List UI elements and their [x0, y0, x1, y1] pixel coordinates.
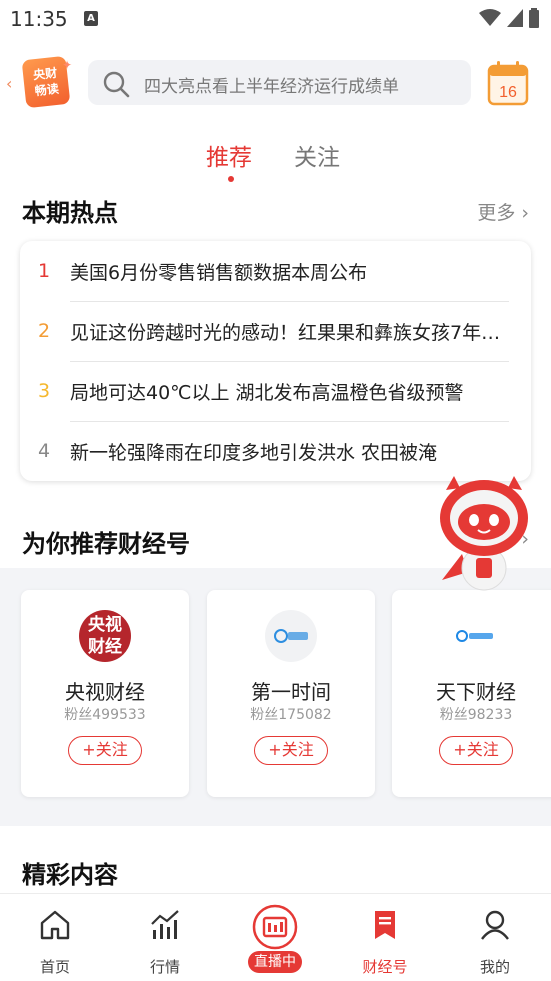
hot-rank: 3	[38, 380, 51, 402]
hot-title: 局地可达40℃以上 湖北发布高温橙色省级预警	[70, 382, 464, 404]
search-bar[interactable]: 四大亮点看上半年经济运行成绩单	[88, 60, 471, 105]
hot-item[interactable]: 1 美国6月份零售销售额数据本周公布	[20, 242, 531, 302]
hot-section-title: 本期热点	[22, 199, 118, 227]
account-fans: 粉丝499533	[64, 707, 146, 723]
more-label: 更多	[477, 202, 516, 224]
account-name: 天下财经	[436, 680, 516, 704]
status-time: 11:35	[10, 7, 68, 31]
profile-icon	[481, 910, 509, 940]
nav-label: 财经号	[362, 958, 408, 976]
nav-market[interactable]: 行情	[120, 894, 210, 981]
follow-button[interactable]: +关注	[439, 736, 513, 765]
signal-icon	[507, 9, 523, 27]
top-header: ‹ 央财 畅读 ✦ 四大亮点看上半年经济运行成绩单 16	[0, 52, 551, 114]
nav-finance-account[interactable]: 财经号	[340, 894, 430, 981]
active-tab-indicator	[228, 176, 234, 182]
live-tv-icon	[252, 904, 298, 950]
chevron-right-icon: ›	[521, 202, 529, 224]
cctv-finance-avatar: 央视 财经	[79, 610, 131, 662]
chart-icon	[151, 910, 179, 939]
hot-title: 美国6月份零售销售额数据本周公布	[70, 262, 368, 284]
feed-tabs: 推荐 关注	[0, 138, 551, 184]
tab-recommend[interactable]: 推荐	[206, 138, 252, 172]
account-name: 第一时间	[251, 680, 331, 704]
hot-more-link[interactable]: 更多 ›	[477, 198, 529, 225]
hot-item[interactable]: 3 局地可达40℃以上 湖北发布高温橙色省级预警	[20, 362, 531, 422]
home-icon	[40, 910, 70, 940]
recommend-section-title: 为你推荐财经号	[22, 530, 190, 558]
hot-topics-card: 1 美国6月份零售销售额数据本周公布 2 见证这份跨越时光的感动！红果果和彝族女…	[20, 241, 531, 481]
hot-rank: 1	[38, 260, 51, 282]
notification-app-icon: A	[84, 11, 98, 26]
calendar-day: 16	[499, 84, 517, 101]
search-placeholder: 四大亮点看上半年经济运行成绩单	[144, 77, 399, 97]
status-bar: 11:35 A	[0, 0, 551, 38]
brand-line-2: 畅读	[34, 81, 60, 99]
follow-button[interactable]: +关注	[254, 736, 328, 765]
battery-icon	[529, 8, 539, 28]
wifi-icon	[479, 9, 501, 26]
search-icon	[103, 71, 130, 98]
robot-mascot[interactable]	[432, 472, 532, 596]
account-card[interactable]: 第一时间 粉丝175082 +关注	[207, 590, 375, 797]
account-card[interactable]: 央视 财经 央视财经 粉丝499533 +关注	[21, 590, 189, 797]
status-icons	[479, 8, 539, 28]
app-screen: 11:35 A ‹ 央财 畅读 ✦ 四大亮点看上半年经济运行成绩单 16 推荐 …	[0, 0, 551, 981]
world-finance-logo-icon	[456, 630, 493, 642]
sparkle-icon: ✦	[62, 58, 73, 72]
first-time-avatar	[265, 610, 317, 662]
nav-label: 我的	[479, 958, 510, 976]
account-name: 央视财经	[65, 680, 145, 704]
calendar-icon[interactable]: 16	[487, 60, 529, 106]
nav-label: 首页	[39, 958, 70, 976]
nav-label: 行情	[149, 958, 180, 976]
bookmark-icon	[375, 911, 395, 939]
follow-button[interactable]: +关注	[68, 736, 142, 765]
world-finance-avatar	[450, 610, 502, 662]
account-card[interactable]: 天下财经 粉丝98233 +关注	[392, 590, 551, 797]
hot-item[interactable]: 2 见证这份跨越时光的感动！红果果和彝族女孩7年后重逢	[20, 302, 531, 362]
live-badge: 直播中	[248, 951, 302, 973]
hot-title: 新一轮强降雨在印度多地引发洪水 农田被淹	[70, 442, 438, 464]
hot-title: 见证这份跨越时光的感动！红果果和彝族女孩7年后重逢	[70, 322, 510, 344]
account-fans: 粉丝98233	[439, 707, 513, 723]
featured-section-title: 精彩内容	[22, 861, 118, 889]
back-chevron-icon[interactable]: ‹	[6, 74, 12, 93]
bottom-nav: 首页 行情 直播中 财经号 我的	[0, 893, 551, 981]
hot-rank: 4	[38, 440, 51, 462]
account-fans: 粉丝175082	[250, 707, 332, 723]
nav-home[interactable]: 首页	[10, 894, 100, 981]
tab-follow[interactable]: 关注	[294, 138, 340, 172]
nav-profile[interactable]: 我的	[450, 894, 540, 981]
hot-rank: 2	[38, 320, 51, 342]
nav-live[interactable]: 直播中	[230, 894, 320, 981]
first-time-logo-icon	[274, 629, 308, 643]
